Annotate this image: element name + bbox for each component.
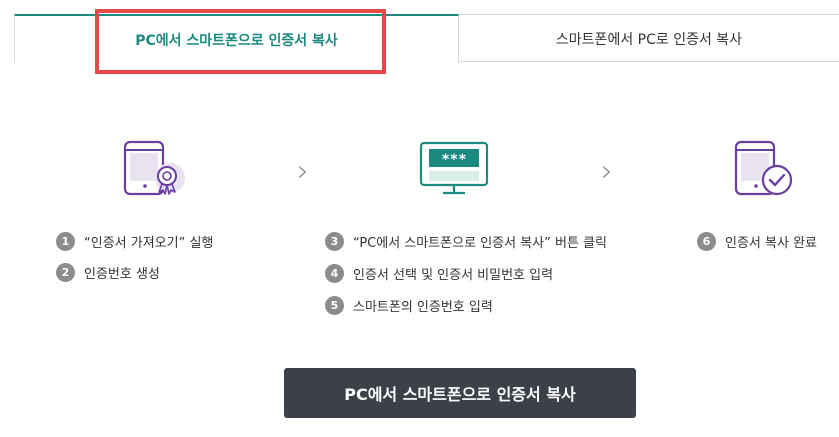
phone-certificate-icon [122, 140, 188, 202]
chevron-right-icon: › [601, 154, 613, 189]
highlight-box [95, 9, 386, 74]
step-item: 4 인증서 선택 및 인증서 비밀번호 입력 [325, 264, 553, 283]
step-number: 1 [56, 232, 75, 251]
step-item: 1 “인증서 가져오기” 실행 [56, 232, 213, 251]
step-item: 3 “PC에서 스마트폰으로 인증서 복사” 버튼 클릭 [325, 232, 607, 251]
chevron-right-icon: › [297, 154, 309, 189]
step-text: 스마트폰의 인증번호 입력 [353, 300, 493, 315]
tab-phone-to-pc[interactable]: 스마트폰에서 PC로 인증서 복사 [459, 14, 839, 62]
step-number: 2 [56, 263, 75, 282]
step-number: 3 [325, 232, 344, 251]
step-number: 6 [697, 232, 716, 251]
step-text: “인증서 가져오기” 실행 [84, 236, 214, 251]
step-text: 인증번호 생성 [84, 267, 160, 282]
phone-check-icon [733, 140, 799, 202]
step-text: 인증서 복사 완료 [725, 236, 817, 251]
step-item: 5 스마트폰의 인증번호 입력 [325, 296, 493, 315]
step-number: 5 [325, 296, 344, 315]
step-item: 6 인증서 복사 완료 [697, 232, 817, 251]
step-text: 인증서 선택 및 인증서 비밀번호 입력 [353, 268, 554, 283]
step-number: 4 [325, 264, 344, 283]
step-text: “PC에서 스마트폰으로 인증서 복사” 버튼 클릭 [353, 236, 607, 251]
monitor-password-icon: *** [419, 140, 491, 202]
tab-label: 스마트폰에서 PC로 인증서 복사 [555, 31, 743, 48]
step-item: 2 인증번호 생성 [56, 263, 160, 282]
monitor-password-text: *** [441, 152, 466, 168]
copy-cert-pc-to-phone-button[interactable]: PC에서 스마트폰으로 인증서 복사 [284, 368, 636, 418]
